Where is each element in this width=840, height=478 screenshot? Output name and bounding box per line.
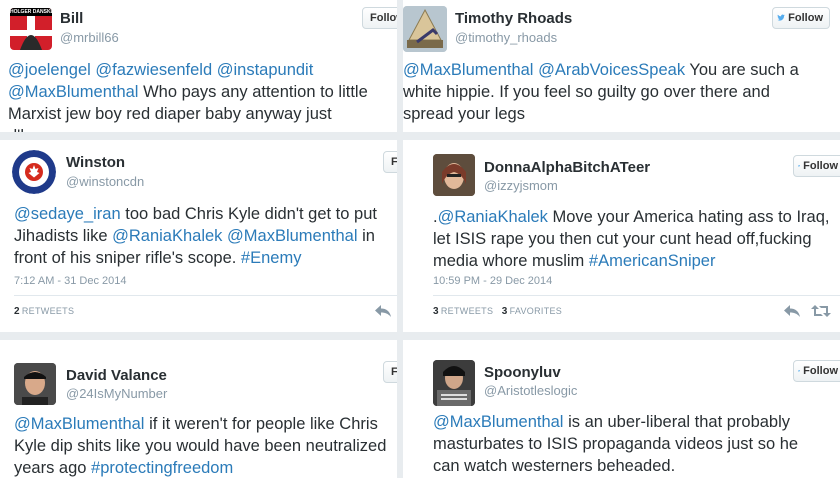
follow-label: Follow (788, 12, 823, 24)
username[interactable]: @winstoncdn (66, 174, 144, 189)
avatar[interactable] (12, 150, 56, 194)
hashtag-link[interactable]: #AmericanSniper (589, 252, 716, 270)
retweet-count: 2 (14, 306, 20, 317)
mention-link[interactable]: @MaxBlumenthal (8, 83, 138, 101)
avatar[interactable]: HOLGER DANSKE (10, 8, 52, 50)
follow-button[interactable]: Follow (793, 155, 840, 177)
reply-icon[interactable] (783, 304, 801, 318)
mention-link[interactable]: @RaniaKhalek (438, 208, 548, 226)
row-separator (0, 332, 840, 340)
follow-button[interactable]: Follow (362, 7, 397, 29)
avatar[interactable] (14, 363, 56, 405)
username[interactable]: @mrbill66 (60, 30, 119, 45)
tweet-card-timothy-rhoads: Timothy Rhoads @timothy_rhoads Follow @M… (403, 0, 840, 132)
retweet-label: RETWEETS (440, 306, 494, 316)
display-name[interactable]: DonnaAlphaBitchATeer (484, 159, 650, 176)
engagement-stats[interactable]: 3 RETWEETS 3 FAVORITES (433, 306, 562, 317)
username[interactable]: @24IsMyNumber (66, 386, 167, 401)
mention-link[interactable]: @joelengel (8, 61, 91, 79)
mention-link[interactable]: @MaxBlumenthal (227, 227, 357, 245)
retweet-count: 3 (433, 306, 439, 317)
avatar[interactable] (433, 360, 475, 406)
follow-label: Follow (391, 366, 397, 378)
display-name[interactable]: Timothy Rhoads (455, 10, 572, 27)
tweet-card-donna: DonnaAlphaBitchATeer @izzyjsmom Follow .… (403, 140, 840, 332)
username[interactable]: @Aristotleslogic (484, 383, 577, 398)
mention-link[interactable]: @MaxBlumenthal (14, 415, 144, 433)
twitter-bird-icon (798, 165, 801, 167)
follow-button[interactable]: Follow (383, 151, 397, 173)
tweet-card-david-valance: David Valance @24IsMyNumber Follow @MaxB… (0, 340, 397, 478)
follow-button[interactable]: Follow (383, 361, 397, 383)
display-name[interactable]: David Valance (66, 367, 167, 384)
avatar-caption: HOLGER DANSKE (10, 9, 52, 15)
tweet-text: @MaxBlumenthal is an uber-liberal that p… (433, 411, 828, 477)
row-separator (0, 132, 840, 140)
mention-link[interactable]: @RaniaKhalek (112, 227, 222, 245)
mention-link[interactable]: @MaxBlumenthal (403, 61, 533, 79)
avatar[interactable] (403, 6, 447, 52)
favorite-label: FAVORITES (509, 306, 563, 316)
tweet-actions (374, 304, 392, 318)
tweet-text: @joelengel @fazwiesenfeld @instapundit @… (8, 59, 390, 132)
tweet-card-bill: HOLGER DANSKE Bill @mrbill66 Follow @joe… (0, 0, 397, 132)
divider (14, 295, 397, 296)
tweet-actions (783, 304, 831, 318)
follow-label: Follow (803, 365, 838, 377)
retweet-label: RETWEETS (21, 306, 75, 316)
timestamp[interactable]: 10:59 PM - 29 Dec 2014 (433, 275, 552, 287)
display-name[interactable]: Spoonyluv (484, 364, 561, 381)
username[interactable]: @izzyjsmom (484, 178, 558, 193)
tweet-text: .@RaniaKhalek Move your America hating a… (433, 206, 838, 272)
display-name[interactable]: Winston (66, 154, 125, 171)
mention-link[interactable]: @instapundit (217, 61, 314, 79)
twitter-bird-icon (798, 370, 801, 372)
tweet-text: @MaxBlumenthal if it weren't for people … (14, 413, 396, 478)
mention-link[interactable]: @fazwiesenfeld (95, 61, 212, 79)
retweet-icon[interactable] (811, 304, 831, 318)
follow-label: Follow (803, 160, 838, 172)
tweet-text: @sedaye_iran too bad Chris Kyle didn't g… (14, 203, 396, 269)
mention-link[interactable]: @MaxBlumenthal (433, 413, 563, 431)
tweet-card-spoonyluv: Spoonyluv @Aristotleslogic Follow @MaxBl… (403, 340, 840, 478)
follow-button[interactable]: Follow (772, 7, 830, 29)
display-name[interactable]: Bill (60, 10, 83, 27)
hashtag-link[interactable]: #protectingfreedom (91, 459, 233, 477)
username[interactable]: @timothy_rhoads (455, 30, 557, 45)
avatar[interactable] (433, 154, 475, 196)
tweet-card-winston: Winston @winstoncdn Follow @sedaye_iran … (0, 140, 397, 332)
mention-link[interactable]: @sedaye_iran (14, 205, 121, 223)
follow-button[interactable]: Follow (793, 360, 840, 382)
divider (433, 295, 840, 296)
hashtag-link[interactable]: #Enemy (241, 249, 302, 267)
favorite-count: 3 (501, 306, 508, 317)
timestamp[interactable]: 7:12 AM - 31 Dec 2014 (14, 275, 127, 287)
follow-label: Follow (391, 156, 397, 168)
mention-link[interactable]: @ArabVoicesSpeak (538, 61, 685, 79)
follow-label: Follow (370, 12, 397, 24)
tweet-text: @MaxBlumenthal @ArabVoicesSpeak You are … (403, 59, 813, 125)
twitter-bird-icon (777, 14, 785, 21)
retweet-stats[interactable]: 2 RETWEETS (14, 306, 74, 317)
reply-icon[interactable] (374, 304, 392, 318)
